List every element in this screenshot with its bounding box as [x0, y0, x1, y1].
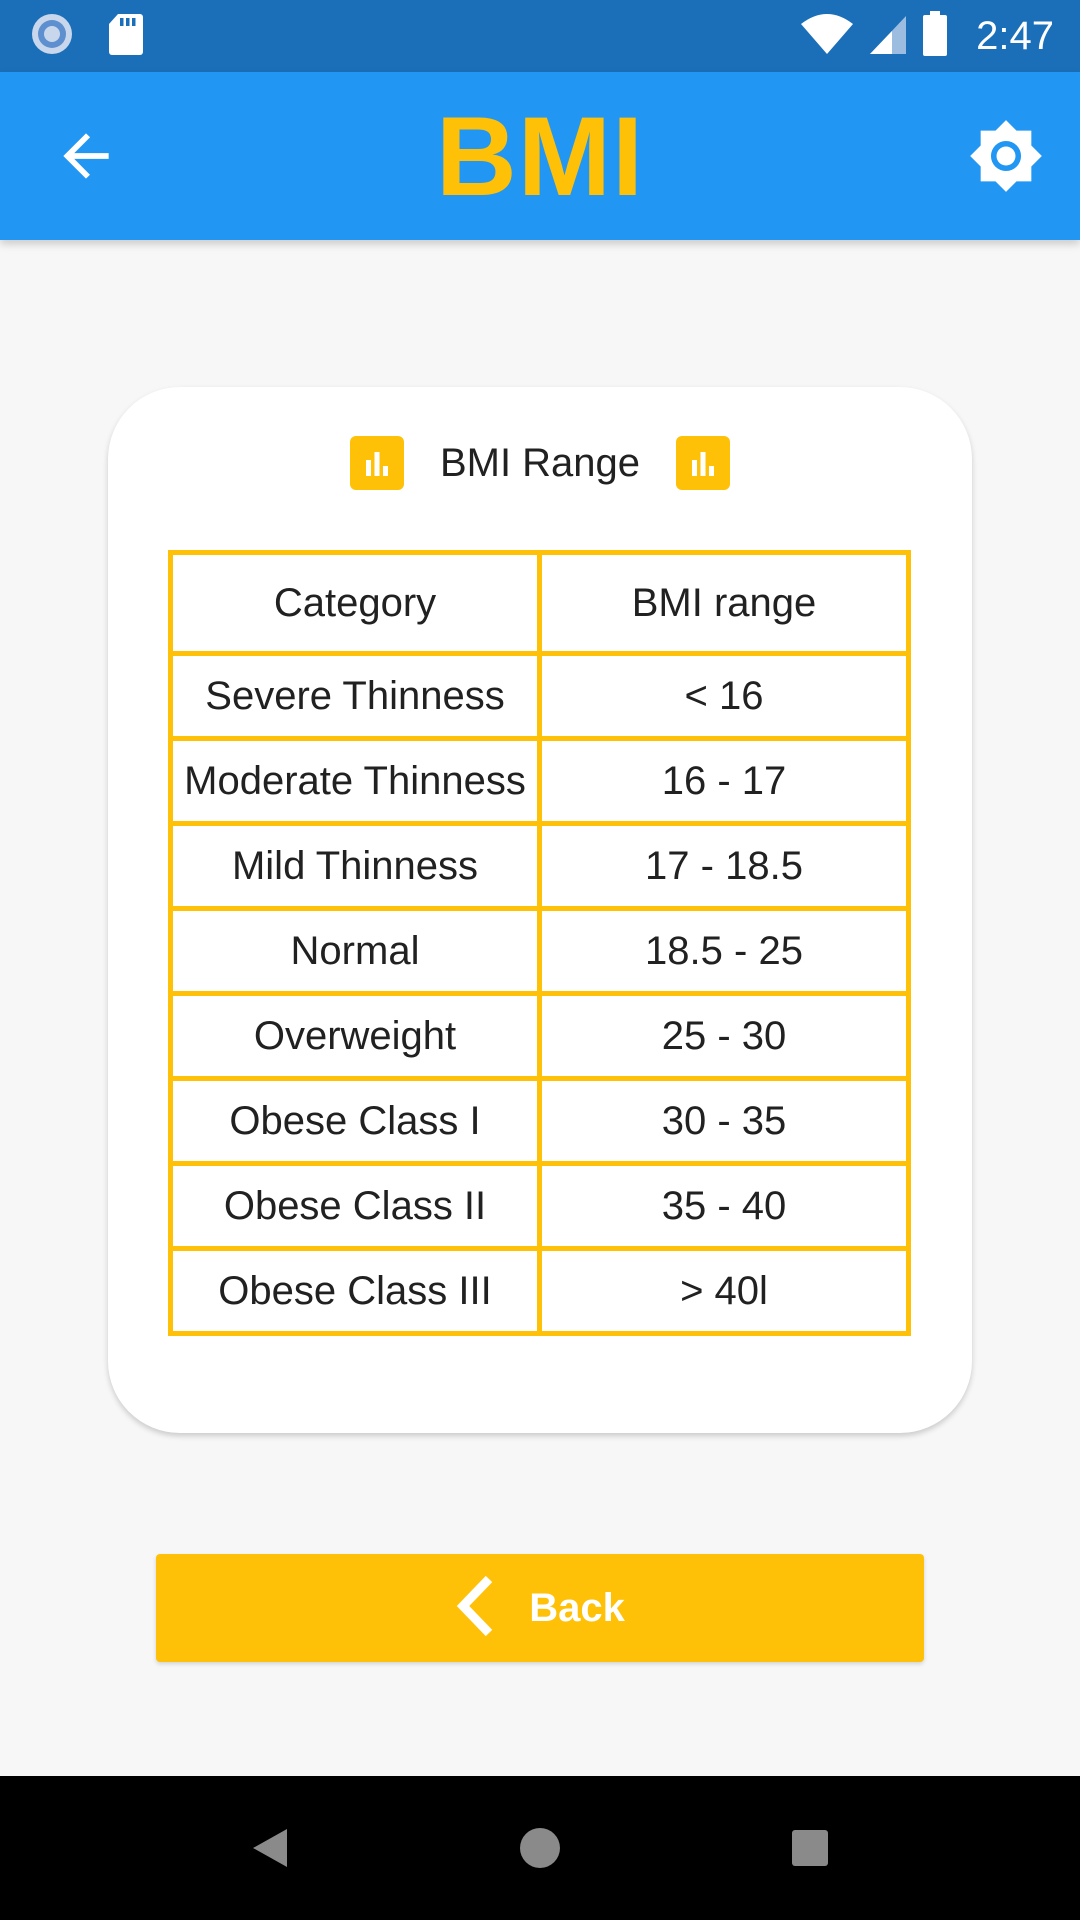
- page-title: BMI: [435, 93, 645, 219]
- bmi-range-cell: 25 - 30: [537, 991, 911, 1081]
- bar-chart-icon: [349, 436, 404, 490]
- card-header: BMI Range: [108, 423, 972, 503]
- bmi-table: Category BMI range Severe Thinness < 16 …: [168, 550, 911, 1336]
- table-row: Obese Class III > 40l: [168, 1246, 911, 1336]
- table-row: Severe Thinness < 16: [168, 651, 911, 741]
- table-row: Obese Class II 35 - 40: [168, 1161, 911, 1251]
- table-row: Moderate Thinness 16 - 17: [168, 736, 911, 826]
- nav-home-icon[interactable]: [510, 1818, 570, 1878]
- nav-back-icon[interactable]: [240, 1818, 300, 1878]
- sync-icon: [30, 12, 74, 61]
- bmi-range-cell: 18.5 - 25: [537, 906, 911, 996]
- sd-card-icon: [108, 12, 144, 61]
- category-cell: Obese Class I: [168, 1076, 542, 1166]
- column-header-bmi-range: BMI range: [537, 550, 911, 656]
- back-button[interactable]: Back: [156, 1554, 924, 1662]
- category-cell: Mild Thinness: [168, 821, 542, 911]
- category-cell: Obese Class II: [168, 1161, 542, 1251]
- category-cell: Overweight: [168, 991, 542, 1081]
- wifi-icon: [800, 12, 854, 61]
- chevron-left-icon: [455, 1575, 495, 1642]
- battery-icon: [922, 10, 948, 62]
- app-bar: BMI: [0, 72, 1080, 240]
- table-header-row: Category BMI range: [168, 550, 911, 656]
- cell-signal-icon: [868, 12, 908, 61]
- back-button-label: Back: [529, 1585, 625, 1630]
- bmi-range-cell: 35 - 40: [537, 1161, 911, 1251]
- bmi-range-cell: 30 - 35: [537, 1076, 911, 1166]
- card-title: BMI Range: [439, 440, 641, 485]
- category-cell: Obese Class III: [168, 1246, 542, 1336]
- status-time: 2:47: [976, 13, 1054, 58]
- bmi-range-cell: < 16: [537, 651, 911, 741]
- status-left-icons: [30, 0, 144, 72]
- bmi-range-card: BMI Range Category BMI range Severe Thin…: [108, 387, 972, 1433]
- bmi-range-cell: > 40l: [537, 1246, 911, 1336]
- table-row: Overweight 25 - 30: [168, 991, 911, 1081]
- table-row: Mild Thinness 17 - 18.5: [168, 821, 911, 911]
- brightness-icon[interactable]: [968, 118, 1044, 194]
- category-cell: Moderate Thinness: [168, 736, 542, 826]
- status-bar: 2:47: [0, 0, 1080, 72]
- column-header-category: Category: [168, 550, 542, 656]
- bmi-range-cell: 17 - 18.5: [537, 821, 911, 911]
- nav-recents-icon[interactable]: [780, 1818, 840, 1878]
- bmi-range-cell: 16 - 17: [537, 736, 911, 826]
- category-cell: Normal: [168, 906, 542, 996]
- table-row: Normal 18.5 - 25: [168, 906, 911, 996]
- table-row: Obese Class I 30 - 35: [168, 1076, 911, 1166]
- bar-chart-icon: [676, 436, 731, 490]
- system-nav-bar: [0, 1776, 1080, 1920]
- status-right-icons: 2:47: [800, 0, 1054, 72]
- category-cell: Severe Thinness: [168, 651, 542, 741]
